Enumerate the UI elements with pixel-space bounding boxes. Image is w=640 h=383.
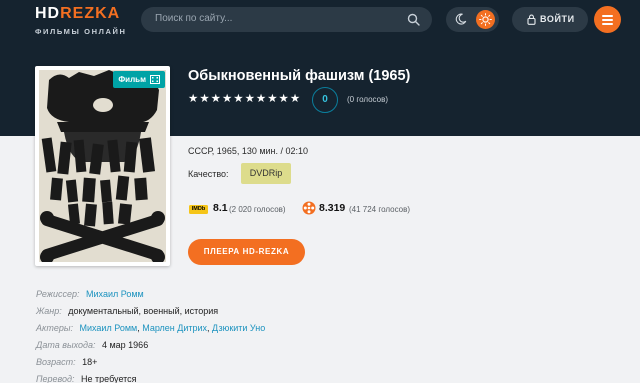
category-badge: Фильм	[113, 71, 165, 88]
director-link[interactable]: Михаил Ромм	[86, 289, 144, 299]
site-logo[interactable]: HDREZKA ФИЛЬМЫ ОНЛАЙН	[35, 5, 127, 37]
genre-label: Жанр:	[36, 306, 62, 316]
search-input[interactable]: Поиск по сайту...	[141, 7, 432, 32]
actor-link[interactable]: Михаил Ромм	[80, 323, 138, 333]
release-label: Дата выхода:	[36, 340, 96, 350]
movie-title: Обыкновенный фашизм (1965)	[188, 68, 411, 84]
poster-image	[39, 70, 166, 262]
rating-score: 0	[312, 87, 338, 113]
star-icon[interactable]: ★	[279, 93, 289, 105]
imdb-rating: 8.1	[213, 202, 228, 214]
kinopoisk-icon[interactable]	[302, 201, 316, 215]
star-icon[interactable]: ★	[267, 93, 277, 105]
menu-icon-line	[602, 15, 613, 17]
rating-stars[interactable]: ★ ★ ★ ★ ★ ★ ★ ★ ★ ★	[188, 93, 300, 105]
kinopoisk-votes: (41 724 голосов)	[349, 205, 411, 214]
translation-label: Перевод:	[36, 374, 75, 383]
logo-subtitle: ФИЛЬМЫ ОНЛАЙН	[35, 27, 127, 36]
logo-rezka-text: REZKA	[60, 5, 121, 22]
quality-label: Качество:	[188, 169, 229, 179]
menu-icon-line	[602, 19, 613, 21]
movie-poster[interactable]: Фильм	[35, 66, 170, 266]
menu-button[interactable]	[594, 6, 621, 33]
genre-value: документальный, военный, история	[68, 306, 219, 316]
sun-icon[interactable]	[476, 10, 495, 29]
star-icon[interactable]: ★	[188, 93, 198, 105]
login-button[interactable]: ВОЙТИ	[512, 7, 588, 32]
movie-meta: СССР, 1965, 130 мин. / 02:10	[188, 146, 309, 156]
imdb-votes: (2 020 голосов)	[229, 205, 286, 214]
movie-details: Режиссер: Михаил Ромм Жанр: документальн…	[36, 289, 265, 383]
star-icon[interactable]: ★	[211, 93, 221, 105]
logo-hd-text: HD	[35, 5, 61, 22]
star-icon[interactable]: ★	[290, 93, 300, 105]
kinopoisk-rating: 8.319	[319, 202, 346, 214]
director-label: Режиссер:	[36, 289, 80, 299]
search-icon[interactable]	[407, 13, 420, 26]
poster-artwork	[39, 70, 166, 262]
detail-row-age: Возраст: 18+	[36, 357, 265, 374]
menu-icon-line	[602, 23, 613, 25]
moon-icon[interactable]	[455, 13, 467, 25]
age-label: Возраст:	[36, 357, 76, 367]
release-value: 4 мар 1966	[101, 340, 149, 350]
star-icon[interactable]: ★	[233, 93, 243, 105]
theme-toggle[interactable]	[446, 7, 499, 32]
quality-badge: DVDRip	[241, 163, 291, 184]
detail-row-release: Дата выхода: 4 мар 1966	[36, 340, 265, 357]
login-label: ВОЙТИ	[540, 14, 575, 24]
lock-icon	[527, 14, 536, 25]
imdb-icon[interactable]: IMDb	[189, 205, 208, 214]
star-icon[interactable]: ★	[199, 93, 209, 105]
rating-votes: (0 голосов)	[347, 95, 389, 104]
actor-link[interactable]: Дзюкити Уно	[212, 323, 265, 333]
detail-row-actors: Актеры: Михаил Ромм, Марлен Дитрих, Дзюк…	[36, 323, 265, 340]
category-badge-label: Фильм	[118, 75, 146, 84]
search-placeholder: Поиск по сайту...	[155, 13, 233, 24]
detail-row-director: Режиссер: Михаил Ромм	[36, 289, 265, 306]
film-icon	[150, 75, 160, 84]
player-button[interactable]: ПЛЕЕРА HD-REZKA	[188, 239, 305, 265]
age-value: 18+	[82, 357, 98, 367]
star-icon[interactable]: ★	[222, 93, 232, 105]
actor-link[interactable]: Марлен Дитрих	[142, 323, 207, 333]
star-icon[interactable]: ★	[245, 93, 255, 105]
translation-value: Не требуется	[81, 374, 137, 383]
detail-row-translation: Перевод: Не требуется	[36, 374, 265, 383]
star-icon[interactable]: ★	[256, 93, 266, 105]
detail-row-genre: Жанр: документальный, военный, история	[36, 306, 265, 323]
actors-label: Актеры:	[36, 323, 73, 333]
